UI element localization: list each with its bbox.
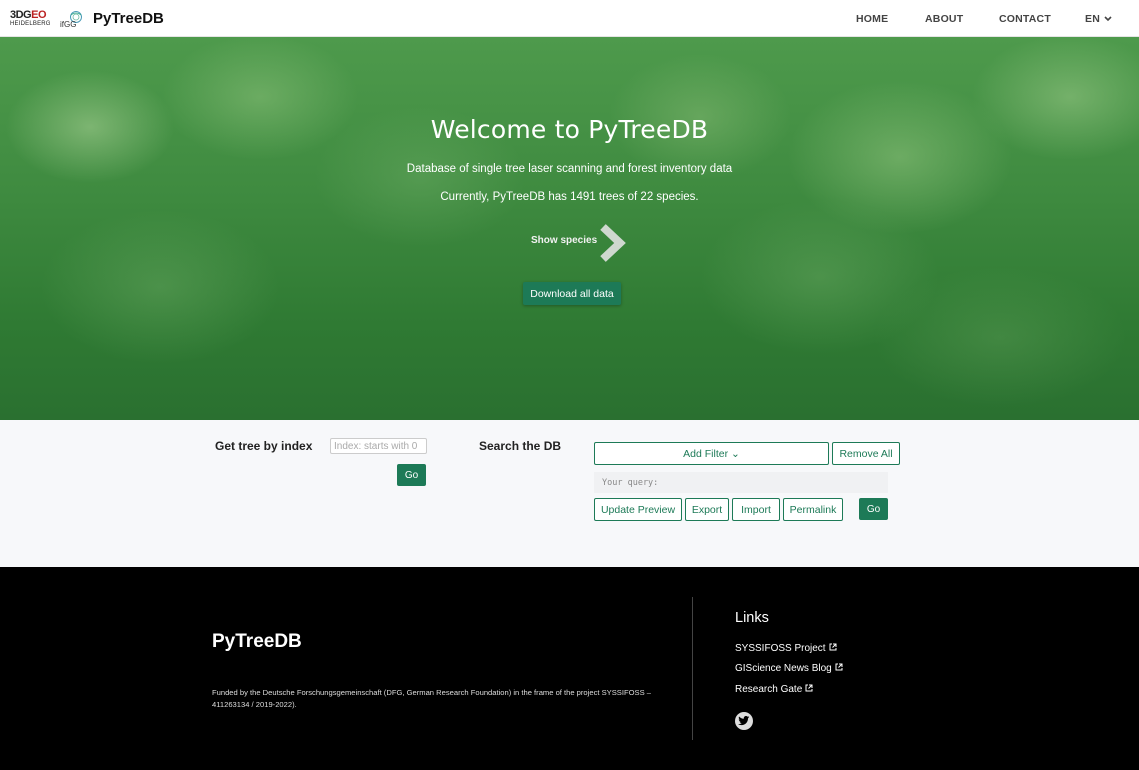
- link-label: GIScience News Blog: [735, 663, 832, 674]
- tree-index-input[interactable]: [330, 438, 427, 454]
- language-dropdown[interactable]: EN: [1085, 13, 1112, 25]
- nav-about[interactable]: ABOUT: [925, 13, 963, 25]
- import-button[interactable]: Import: [732, 498, 780, 521]
- ifgg-logo-text: ifGG: [60, 20, 76, 29]
- ifgg-logo[interactable]: ifGG: [59, 10, 85, 29]
- remove-all-button[interactable]: Remove All: [832, 442, 900, 465]
- query-input[interactable]: [594, 472, 888, 493]
- footer: PyTreeDB Funded by the Deutsche Forschun…: [0, 567, 1139, 770]
- footer-brand: PyTreeDB: [212, 631, 302, 652]
- chevron-down-icon: [1104, 16, 1112, 22]
- hero-subtitle: Database of single tree laser scanning a…: [406, 163, 733, 175]
- navbar: 3DGEO HEIDELBERG ifGG PyTreeDB HOME ABOU…: [0, 0, 1139, 37]
- add-filter-button[interactable]: Add Filter ⌄: [594, 442, 829, 465]
- link-label: SYSSIFOSS Project: [735, 643, 826, 654]
- show-species-link[interactable]: Show species: [531, 235, 597, 246]
- link-giscience-news-blog[interactable]: GIScience News Blog: [735, 663, 843, 674]
- get-tree-go-button[interactable]: Go: [397, 464, 426, 486]
- nav-contact[interactable]: CONTACT: [999, 13, 1051, 25]
- hero-title: Welcome to PyTreeDB: [430, 115, 709, 144]
- funding-text: Funded by the Deutsche Forschungsgemeins…: [212, 688, 651, 709]
- export-button[interactable]: Export: [685, 498, 729, 521]
- external-link-icon: [805, 684, 813, 692]
- external-link-icon: [835, 663, 843, 671]
- 3dgeo-logo-text: 3DGEO: [10, 9, 47, 21]
- hero-banner: Welcome to PyTreeDB Database of single t…: [0, 37, 1139, 420]
- search-section: Get tree by index Go Search the DB Add F…: [0, 420, 1139, 567]
- search-go-button[interactable]: Go: [859, 498, 888, 520]
- tree-count-text: Currently, PyTreeDB has 1491 trees of 22…: [440, 191, 699, 203]
- permalink-button[interactable]: Permalink: [783, 498, 843, 521]
- footer-divider: [692, 597, 693, 740]
- search-db-label: Search the DB: [479, 439, 562, 453]
- external-link-icon: [829, 643, 837, 651]
- update-preview-button[interactable]: Update Preview: [594, 498, 682, 521]
- language-label: EN: [1085, 13, 1100, 25]
- brand-title[interactable]: PyTreeDB: [93, 10, 164, 27]
- nav-home[interactable]: HOME: [856, 13, 888, 25]
- links-title: Links: [735, 610, 769, 626]
- link-label: Research Gate: [735, 684, 803, 695]
- chevron-right-icon[interactable]: [598, 223, 628, 263]
- link-syssifoss-project[interactable]: SYSSIFOSS Project: [735, 643, 837, 654]
- download-all-button[interactable]: Download all data: [523, 282, 621, 305]
- get-tree-label: Get tree by index: [215, 439, 313, 453]
- 3dgeo-logo-subtext: HEIDELBERG: [10, 21, 51, 27]
- 3dgeo-logo[interactable]: 3DGEO HEIDELBERG: [10, 10, 52, 30]
- link-research-gate[interactable]: Research Gate: [735, 684, 813, 695]
- twitter-icon[interactable]: [735, 712, 753, 730]
